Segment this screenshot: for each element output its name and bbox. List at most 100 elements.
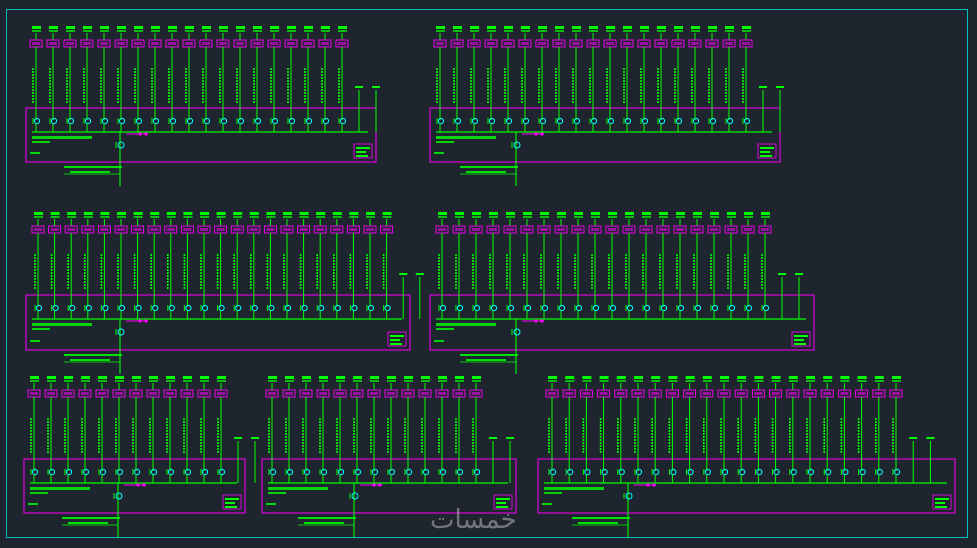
outgoing-circuit	[872, 376, 886, 483]
breaker-symbol	[677, 304, 685, 312]
outgoing-circuit	[786, 376, 800, 483]
panel-name-text	[436, 323, 496, 326]
panel-rating-text	[760, 151, 770, 153]
outgoing-circuit	[554, 212, 568, 319]
outgoing-circuit	[267, 26, 281, 132]
panel-tag-text	[434, 152, 444, 154]
circuit-label-mark	[487, 26, 496, 29]
circuit-label-mark	[436, 30, 445, 32]
panel-rating-text	[225, 498, 239, 500]
outgoing-circuit	[346, 212, 360, 319]
circuit-label-mark	[438, 216, 447, 218]
circuit-label-mark	[249, 212, 259, 215]
circuit-label-mark	[382, 216, 392, 218]
breaker-rating-text	[538, 42, 546, 45]
circuit-label-mark	[710, 212, 719, 215]
circuit-label-mark	[166, 380, 175, 382]
circuit-label-mark	[151, 26, 160, 29]
outgoing-circuit	[46, 26, 60, 132]
panel-enclosure	[537, 458, 956, 514]
circuit-label-mark	[725, 26, 734, 29]
breaker-rating-text	[874, 392, 883, 395]
circuit-label-mark	[219, 30, 228, 32]
circuit-label-mark	[557, 216, 566, 218]
circuit-label-mark	[217, 380, 226, 382]
breaker-rating-text	[668, 392, 677, 395]
outgoing-circuit	[148, 26, 162, 132]
circuit-label-mark	[453, 30, 462, 32]
breaker-rating-text	[572, 42, 580, 45]
outgoing-circuit	[620, 26, 634, 132]
circuit-label-mark	[685, 380, 695, 382]
circuit-label-mark	[117, 212, 126, 215]
panel-diagram-3	[25, 212, 424, 374]
circuit-label-mark	[83, 26, 92, 29]
circuit-label-mark	[270, 30, 279, 32]
breaker-rating-text	[151, 42, 159, 45]
breaker-rating-text	[32, 42, 40, 45]
breaker-symbol	[65, 468, 73, 476]
panel-subname-text	[32, 141, 50, 143]
outgoing-circuit	[81, 212, 95, 319]
outgoing-circuit	[418, 376, 432, 483]
meter-point	[144, 132, 148, 136]
circuit-label-mark	[133, 216, 143, 218]
feeder-spec-text	[578, 522, 618, 524]
breaker-rating-text	[134, 42, 142, 45]
breaker-symbol	[635, 468, 643, 476]
breaker-rating-text	[117, 42, 125, 45]
circuit-label-mark	[651, 376, 661, 379]
circuit-label-mark	[470, 26, 479, 29]
main-breaker-symbol	[117, 328, 125, 336]
circuit-label-mark	[387, 380, 396, 382]
breaker-symbol	[567, 468, 574, 476]
outgoing-circuit	[648, 376, 662, 483]
outgoing-circuit	[673, 212, 687, 319]
circuit-label-mark	[455, 216, 464, 218]
circuit-label-mark	[338, 30, 347, 32]
outgoing-circuit	[588, 212, 602, 319]
panel-subname-text	[268, 492, 286, 494]
circuit-label-mark	[521, 30, 530, 32]
breaker-rating-text	[823, 392, 832, 395]
circuit-label-mark	[657, 30, 666, 32]
panel-rating-text	[356, 151, 366, 153]
breaker-rating-text	[268, 392, 276, 395]
outgoing-circuit	[751, 376, 765, 483]
circuit-label-mark	[572, 26, 581, 29]
breaker-rating-text	[506, 228, 514, 231]
circuit-label-mark	[370, 376, 379, 379]
outgoing-circuit	[131, 26, 145, 132]
circuit-label-mark	[270, 26, 279, 29]
circuit-label-mark	[321, 26, 330, 29]
outgoing-circuit	[452, 376, 466, 483]
circuit-label-mark	[304, 26, 313, 29]
circuit-label-mark	[117, 216, 126, 218]
panel-enclosure	[429, 107, 781, 163]
outgoing-circuit	[469, 376, 483, 483]
breaker-rating-text	[523, 228, 531, 231]
panel-rating-text	[390, 339, 400, 341]
circuit-label-mark	[438, 380, 447, 382]
spare-label-mark	[415, 273, 424, 275]
outgoing-circuit	[301, 26, 315, 132]
outgoing-circuit	[467, 26, 481, 132]
circuit-label-mark	[693, 212, 702, 215]
circuit-label-mark	[754, 380, 764, 382]
circuit-label-mark	[685, 376, 695, 379]
circuit-label-mark	[708, 30, 717, 32]
outgoing-circuit	[282, 376, 296, 483]
circuit-label-mark	[691, 26, 700, 29]
breaker-rating-text	[166, 392, 174, 395]
outgoing-circuit	[330, 212, 344, 319]
outgoing-circuit	[739, 26, 753, 132]
breaker-symbol	[52, 304, 59, 312]
outgoing-circuit	[769, 376, 783, 483]
outgoing-circuit	[552, 26, 566, 132]
circuit-label-mark	[67, 212, 77, 215]
outgoing-circuit	[146, 376, 160, 483]
breaker-symbol	[367, 304, 375, 312]
circuit-label-mark	[219, 26, 228, 29]
circuit-label-mark	[32, 30, 41, 32]
breaker-symbol	[473, 468, 481, 476]
